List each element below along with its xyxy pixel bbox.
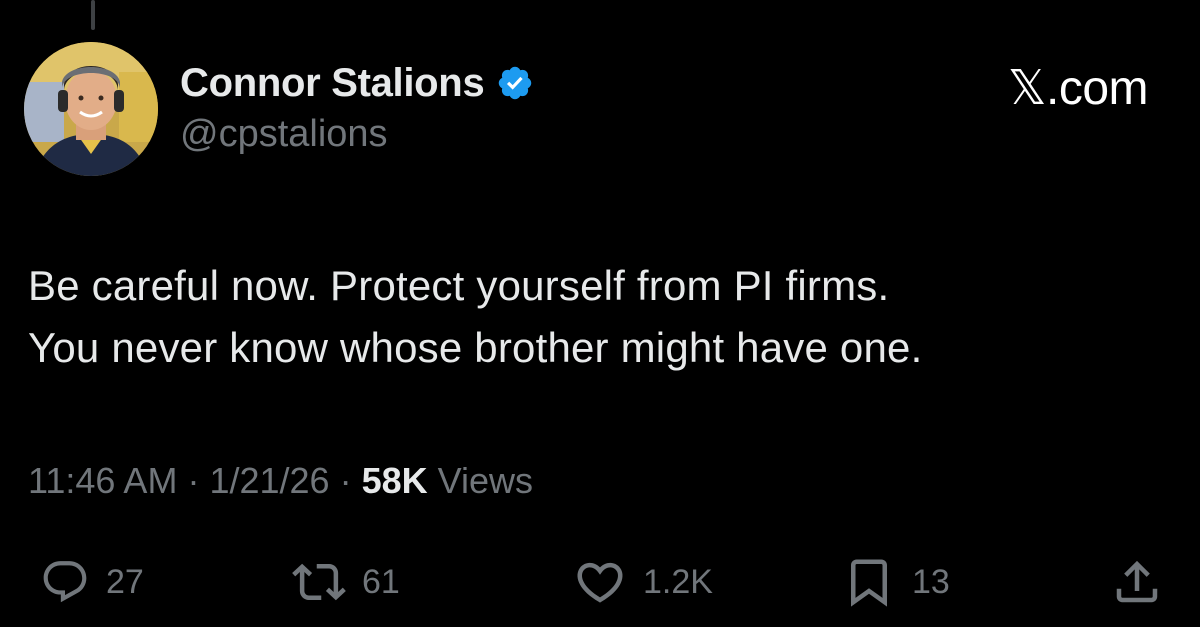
thread-connector-line	[91, 0, 95, 30]
author-handle[interactable]: @cpstalions	[180, 113, 388, 156]
share-button[interactable]	[1110, 552, 1164, 612]
bookmark-icon	[851, 559, 887, 607]
tweet-actions-bar: 27 61 1.2K 13	[0, 552, 1200, 612]
reply-count: 27	[106, 562, 144, 601]
reply-button[interactable]: 27	[40, 552, 144, 612]
heart-icon	[577, 562, 623, 603]
tweet-time[interactable]: 11:46 AM	[28, 460, 177, 502]
like-count: 1.2K	[643, 562, 713, 601]
tweet-date[interactable]: 1/21/26	[209, 460, 329, 502]
author-name-row: Connor Stalions	[180, 58, 534, 108]
avatar-image	[24, 42, 158, 176]
tweet-text: Be careful now. Protect yourself from PI…	[28, 255, 1168, 379]
avatar[interactable]	[24, 42, 158, 176]
repost-count: 61	[362, 562, 400, 601]
share-icon	[1116, 560, 1158, 603]
meta-separator: ·	[187, 460, 200, 501]
reply-icon	[43, 561, 87, 603]
views-label: Views	[437, 460, 533, 501]
meta-separator: ·	[339, 460, 352, 501]
x-com-logo: 𝕏.com	[1007, 62, 1149, 115]
tweet-text-line: Be careful now. Protect yourself from PI…	[28, 262, 890, 309]
repost-icon	[292, 563, 346, 601]
tweet-text-line: You never know whose brother might have …	[28, 324, 923, 371]
bookmark-count: 13	[912, 562, 950, 601]
author-display-name[interactable]: Connor Stalions	[180, 61, 485, 106]
verified-badge-icon	[496, 64, 534, 102]
like-button[interactable]: 1.2K	[573, 552, 713, 612]
tweet-meta: 11:46 AM · 1/21/26 · 58K Views	[28, 460, 533, 502]
views-count: 58K	[361, 460, 428, 501]
repost-button[interactable]: 61	[292, 552, 400, 612]
bookmark-button[interactable]: 13	[842, 552, 950, 612]
